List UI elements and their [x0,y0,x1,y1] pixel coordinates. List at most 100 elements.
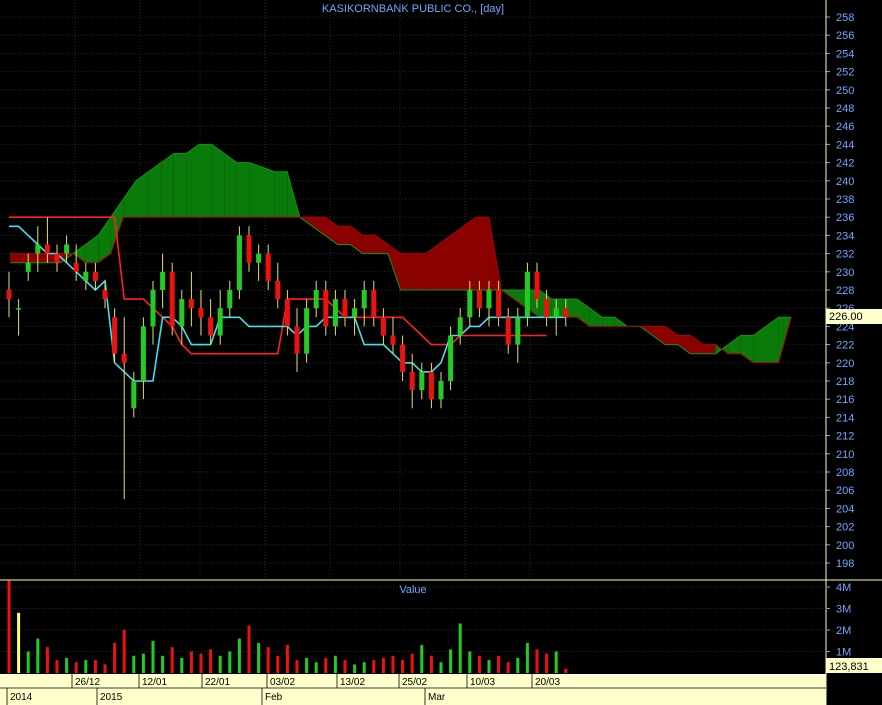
y-tick-label: 222 [836,340,854,352]
candle-down [73,262,79,272]
date-tick-label: 22/01 [205,677,230,688]
y-tick-label: 240 [836,176,854,188]
volume-bar [420,645,424,673]
candle-down [409,371,415,391]
volume-bar [132,655,136,673]
y-tick-label: 232 [836,249,854,261]
y-tick-label: 258 [836,12,854,24]
volume-bar [353,664,357,673]
volume-bar [276,655,280,673]
cloud-segment-bearish [463,217,477,290]
cloud-segment-bearish [400,253,414,290]
volume-bar [228,651,232,673]
candle-up [419,371,425,391]
ichimoku-chart: 198 200 202 204 206 208 210 212 214 216 218 220 222 2… [0,0,882,705]
volume-bar [55,660,59,673]
candle-down [265,253,271,281]
candle-down [208,317,214,336]
y-tick-label: 228 [836,285,854,297]
volume-bar [362,662,366,673]
cloud-segment-bullish [186,144,199,218]
volume-bar [74,662,78,673]
volume-bar [113,642,117,673]
volume-bar [487,660,491,673]
candle-down [380,317,386,336]
y-tick-label: 256 [836,30,854,42]
volume-bar [151,640,155,673]
volume-bar [439,662,443,673]
candle-up [83,271,89,281]
cloud-segment-bearish [451,226,464,290]
y-tick-label: 244 [836,139,854,151]
y-tick-label: 254 [836,48,854,60]
candle-down [342,299,348,318]
candle-down [246,235,252,263]
candle-down [400,344,406,372]
candle-up [16,308,22,310]
y-tick-label: 200 [836,540,854,552]
candle-down [323,290,329,327]
candle-down [534,271,540,300]
candle-up [467,290,473,318]
candle-up [438,381,444,400]
candle-up [524,271,530,318]
volume-bar [295,660,299,673]
volume-tick-label: 4M [836,582,851,594]
volume-bar [247,625,251,673]
volume-bar [372,660,376,673]
date-axis: 26/12 12/01 22/01 03/02 13/02 25/02 10/03 20/03… [0,674,826,705]
y-tick-label: 218 [836,376,854,388]
candle-down [390,335,396,345]
volume-bar [525,642,529,673]
cloud-segment-bearish [10,253,23,263]
volume-bar [381,657,385,673]
date-tick-label: 03/02 [270,677,295,688]
candle-up [35,244,41,254]
y-tick-label: 238 [836,194,854,206]
period-label: 2014 [10,692,33,703]
volume-bar [45,647,49,673]
candle-up [179,299,185,327]
volume-label: Value [399,584,426,596]
cloud-segment-bullish [224,153,237,218]
date-tick-label: 10/03 [470,677,495,688]
y-tick-label: 234 [836,230,854,242]
candle-down [54,253,60,263]
y-tick-label: 206 [836,485,854,497]
candle-down [496,290,502,318]
candle-down [112,317,118,354]
y-tick-label: 208 [836,467,854,479]
volume-bar [458,623,462,673]
candle-up [160,271,166,290]
date-tick-label: 26/12 [75,677,100,688]
candle-up [64,244,70,254]
date-tick-label: 12/01 [142,677,167,688]
volume-bar [84,660,88,673]
cloud-segment-bearish [413,253,426,290]
volume-bar [554,651,558,673]
volume-bar [314,662,318,673]
volume-bar [324,657,328,673]
cloud-segment-bullish [262,167,275,218]
volume-bar [391,655,395,673]
volume-bar [266,647,270,673]
candle-up [352,308,358,318]
candle-up [313,290,319,309]
volume-bar [516,657,520,673]
candle-up [256,253,262,263]
candle-up [304,308,310,354]
last-volume-label: 123,831 [829,661,869,673]
cloud-segment-bullish [249,162,262,218]
volume-bar [564,668,568,673]
candle-up [140,326,146,381]
volume-bar [545,653,549,673]
candle-down [275,280,281,300]
cloud-segment-bullish [602,317,615,327]
volume-bar [449,649,453,673]
y-tick-label: 248 [836,103,854,115]
cloud-segment-bearish [337,226,351,245]
volume-bar [535,649,539,673]
date-tick-label: 20/03 [535,677,560,688]
candle-down [102,290,108,300]
volume-bar [333,655,337,673]
